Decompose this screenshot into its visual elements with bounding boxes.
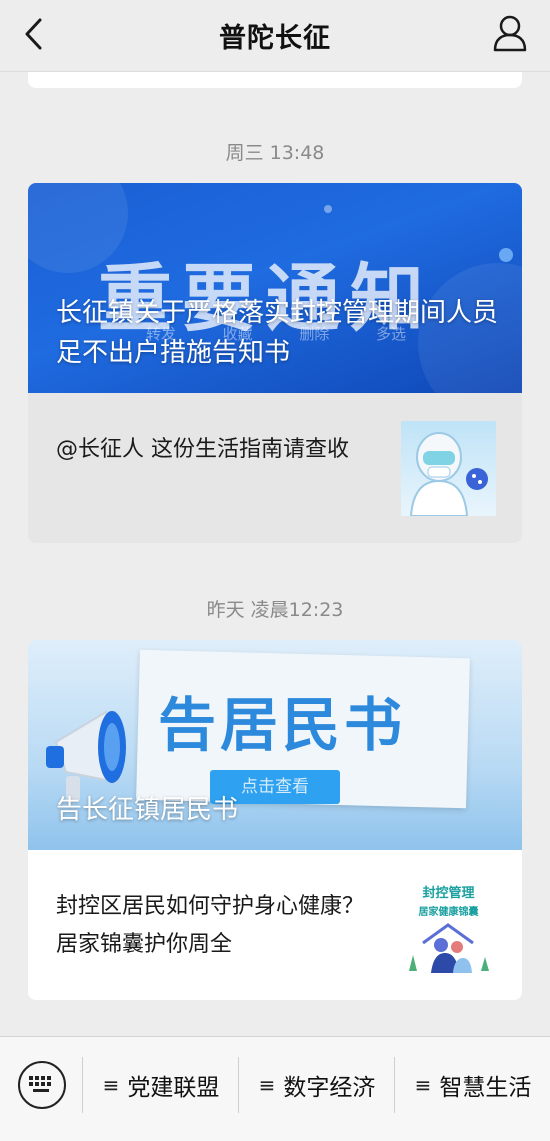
sub-article-title: @长征人 这份生活指南请查收 — [56, 437, 349, 462]
top-nav-bar: 普陀长征 — [0, 0, 550, 72]
page-title: 普陀长征 — [219, 23, 331, 54]
sub-article[interactable]: @长征人 这份生活指南请查收 — [28, 393, 522, 543]
menu-item-digital-economy[interactable]: ≡ 数字经济 — [240, 1059, 394, 1111]
menu-divider — [238, 1057, 239, 1113]
chevron-left-icon — [25, 18, 42, 50]
person-icon — [493, 15, 527, 52]
article-title: 告长征镇居民书 — [56, 795, 239, 825]
back-button[interactable] — [18, 16, 54, 52]
sub-article-thumbnail — [401, 421, 496, 516]
article-card[interactable]: 重要通知 转发 收藏 删除 多选 长征镇关于严格落实封控管理期间人员足不出户措施… — [28, 183, 522, 543]
family-home-illustration — [409, 923, 489, 973]
article-card[interactable]: 告居民书 点击查看 告长征镇居民书 封控区居民如何守护身心健康？居家锦囊护你周全… — [28, 640, 522, 1000]
sub-article-title: 封控区居民如何守护身心健康？居家锦囊护你周全 — [56, 894, 365, 957]
menu-divider — [82, 1057, 83, 1113]
sub-article[interactable]: 封控区居民如何守护身心健康？居家锦囊护你周全 封控管理 居家健康锦囊 — [28, 850, 522, 1000]
message-timestamp: 昨天 凌晨12:23 — [206, 599, 344, 621]
menu-list-icon: ≡ — [258, 1073, 276, 1097]
menu-item-smart-life[interactable]: ≡ 智慧生活 — [396, 1059, 550, 1111]
article-cover-image[interactable]: 告居民书 点击查看 告长征镇居民书 — [28, 640, 522, 850]
message-timestamp: 周三 13:48 — [225, 142, 325, 164]
menu-list-icon: ≡ — [414, 1073, 432, 1097]
article-cover-image[interactable]: 重要通知 转发 收藏 删除 多选 长征镇关于严格落实封控管理期间人员足不出户措施… — [28, 183, 522, 393]
cover-big-text: 告居民书 — [158, 691, 407, 759]
menu-item-label: 数字经济 — [283, 1075, 376, 1101]
profile-button[interactable] — [492, 14, 528, 54]
keyboard-icon — [29, 1076, 51, 1092]
menu-item-label: 党建联盟 — [127, 1075, 220, 1101]
sub-article-thumbnail: 封控管理 居家健康锦囊 — [401, 878, 496, 973]
previous-message-card[interactable] — [28, 72, 522, 88]
menu-item-party-alliance[interactable]: ≡ 党建联盟 — [84, 1059, 238, 1111]
thumb-line1: 封控管理 — [422, 886, 475, 901]
keyboard-toggle-button[interactable] — [18, 1061, 66, 1109]
menu-item-label: 智慧生活 — [439, 1075, 532, 1101]
menu-divider — [394, 1057, 395, 1113]
article-title: 长征镇关于严格落实封控管理期间人员足不出户措施告知书 — [56, 298, 499, 368]
medic-illustration — [409, 432, 488, 516]
bottom-menu-bar: ≡ 党建联盟 ≡ 数字经济 ≡ 智慧生活 — [0, 1036, 550, 1141]
menu-list-icon: ≡ — [102, 1073, 120, 1097]
